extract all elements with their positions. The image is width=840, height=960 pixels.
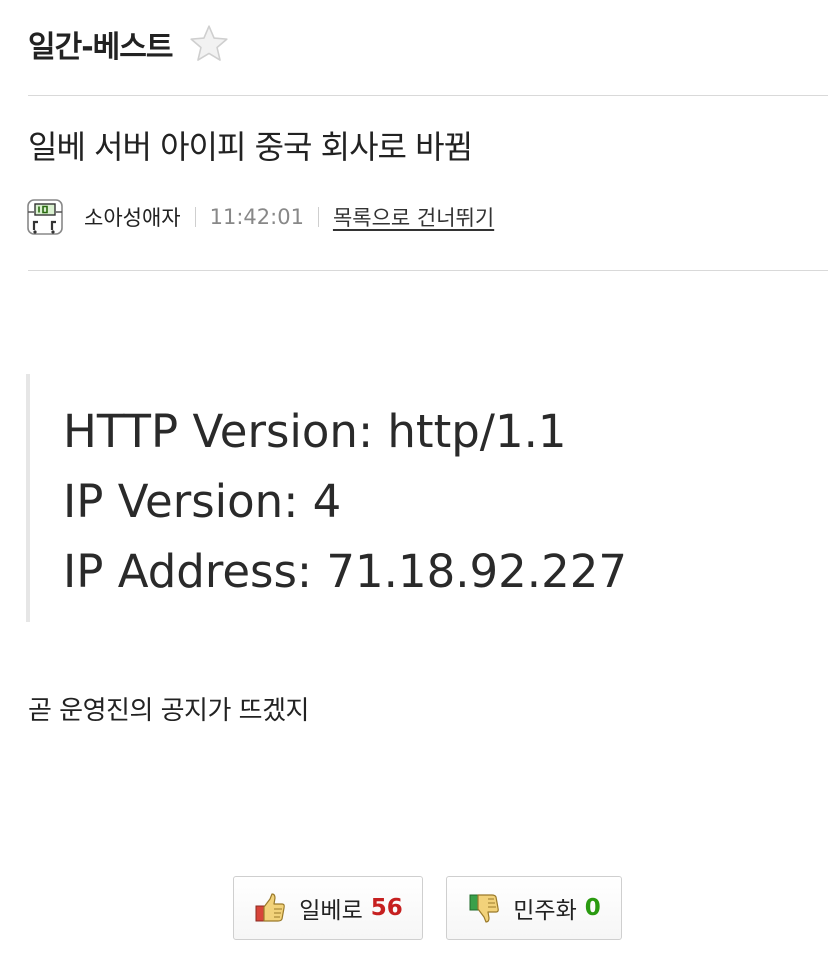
header-divider: [28, 95, 828, 96]
quote-block: HTTP Version: http/1.1 IP Version: 4 IP …: [26, 374, 730, 622]
quote-line-ip-version: IP Version: 4: [63, 475, 342, 528]
level-badge-icon: [24, 196, 66, 238]
board-title: 일간-베스트: [28, 30, 173, 65]
meta-divider: [28, 270, 828, 271]
meta-separator: [194, 207, 196, 227]
quote-line-http-version: HTTP Version: http/1.1: [63, 405, 567, 458]
skip-to-list-link[interactable]: 목록으로 건너뛰기: [333, 202, 494, 232]
meta-separator: [317, 207, 319, 227]
thumbs-up-icon: [253, 891, 287, 925]
author-name[interactable]: 소아성애자: [84, 202, 181, 232]
upvote-label: 일베로: [299, 898, 363, 924]
post-title: 일베 서버 아이피 중국 회사로 바뀜: [28, 128, 473, 166]
board-header: 일간-베스트: [28, 20, 230, 68]
quote-line-ip-address: IP Address: 71.18.92.227: [63, 545, 627, 598]
downvote-label: 민주화: [513, 898, 577, 924]
post-meta: 소아성애자 11:42:01 목록으로 건너뛰기: [24, 196, 494, 238]
thumbs-down-icon: [467, 891, 501, 925]
star-icon[interactable]: [188, 23, 230, 65]
upvote-button[interactable]: 일베로 56: [233, 876, 423, 940]
post-time: 11:42:01: [209, 205, 304, 229]
downvote-button[interactable]: 민주화 0: [446, 876, 622, 940]
post-body: 곧 운영진의 공지가 뜨겠지: [28, 696, 309, 726]
downvote-count: 0: [584, 895, 601, 921]
upvote-count: 56: [370, 895, 403, 921]
